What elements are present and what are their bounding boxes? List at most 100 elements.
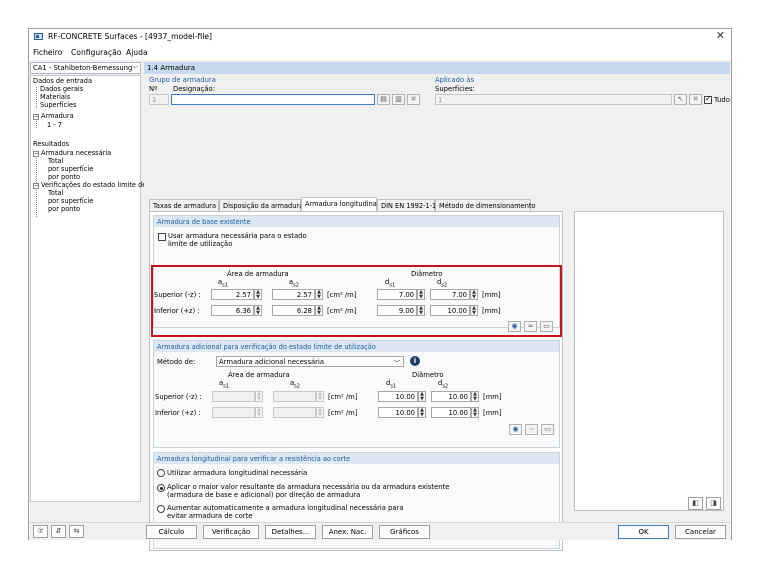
clear-surfaces-icon[interactable]: ✖	[689, 94, 702, 105]
spin-icon[interactable]: ▲ ▼	[255, 391, 263, 402]
surfaces-input[interactable]: 1	[435, 94, 672, 105]
spin-icon[interactable]: ▲ ▼	[471, 407, 479, 418]
base-lower-as2-input[interactable]: 6.28	[272, 305, 315, 316]
additional-upper-ds1-input[interactable]: 10.00	[378, 391, 418, 402]
graphics-button[interactable]: Gráficos	[379, 525, 430, 539]
tree-item-por-superficie[interactable]: por superfície	[48, 165, 93, 173]
tree-item-verificacoes[interactable]: Verificações do estado limite de	[41, 181, 146, 189]
eye-icon[interactable]: ◉	[508, 321, 521, 332]
spin-icon[interactable]: ▲ ▼	[418, 407, 426, 418]
shear-option-2-radio[interactable]	[157, 484, 165, 492]
tree-item-verif-total[interactable]: Total	[48, 189, 63, 197]
tree-item-resultados[interactable]: Resultados	[33, 140, 69, 148]
spin-icon[interactable]: ▲ ▼	[315, 305, 323, 316]
copy-group-icon[interactable]: ▥	[392, 94, 405, 105]
spin-icon[interactable]: ▲ ▼	[254, 305, 262, 316]
shear-section-title: Armadura longitudinal para verificar a r…	[154, 453, 559, 464]
ok-button[interactable]: OK	[618, 525, 669, 539]
spin-icon[interactable]: ▲ ▼	[316, 407, 324, 418]
tree-item-dados-gerais[interactable]: Dados gerais	[40, 85, 83, 93]
info-next-icon[interactable]: ◨	[706, 497, 721, 510]
base-lower-as1-input[interactable]: 6.36	[211, 305, 254, 316]
tree-item-verif-por-superficie[interactable]: por superfície	[48, 197, 93, 205]
tree-item-armadura-necessaria[interactable]: Armadura necessária	[41, 149, 111, 157]
info-icon[interactable]: i	[410, 356, 420, 366]
eye-icon[interactable]: ◉	[509, 424, 522, 435]
import-icon[interactable]: ▭	[541, 424, 554, 435]
menu-ficheiro[interactable]: Ficheiro	[33, 48, 62, 57]
collapse-icon[interactable]: −	[33, 183, 39, 189]
method-select[interactable]: Armadura adicional necessária ﹀	[216, 356, 404, 367]
spin-icon[interactable]: ▲ ▼	[315, 289, 323, 300]
tree-item-materiais[interactable]: Materiais	[40, 93, 70, 101]
additional-section-title: Armadura adicional para verificação do e…	[154, 341, 559, 352]
tree-item-armadura-1-7[interactable]: 1 - 7	[47, 121, 62, 129]
spin-icon[interactable]: ▲ ▼	[316, 391, 324, 402]
designation-input[interactable]	[171, 94, 375, 105]
base-upper-as1-input[interactable]: 2.57	[211, 289, 254, 300]
spin-icon[interactable]: ▲ ▼	[417, 289, 425, 300]
spin-icon[interactable]: ▲ ▼	[470, 289, 478, 300]
base-lower-ds2-input[interactable]: 10.00	[430, 305, 470, 316]
rebar-icon[interactable]: ≈	[524, 321, 537, 332]
shear-option-3-radio[interactable]	[157, 505, 165, 513]
all-label: Tudo	[714, 96, 730, 104]
base-upper-as2-input[interactable]: 2.57	[272, 289, 315, 300]
print-icon[interactable]: ⇆	[69, 525, 84, 538]
base-upper-ds1-input[interactable]: 7.00	[377, 289, 417, 300]
additional-upper-as1-input[interactable]	[212, 391, 255, 402]
additional-lower-as2-input[interactable]	[273, 407, 316, 418]
spin-icon[interactable]: ▲ ▼	[417, 305, 425, 316]
close-icon[interactable]: ✕	[716, 29, 725, 42]
additional-lower-ds1-input[interactable]: 10.00	[378, 407, 418, 418]
base-lower-mm-unit: [mm]	[482, 307, 501, 315]
tree-item-verif-por-ponto[interactable]: por ponto	[48, 205, 80, 213]
tab-metodo[interactable]: Método de dimensionamento	[435, 199, 536, 211]
details-button[interactable]: Detalhes...	[265, 525, 316, 539]
calculate-button[interactable]: Cálculo	[146, 525, 197, 539]
menu-configuracao[interactable]: Configuração	[71, 48, 121, 57]
export-icon[interactable]: ⇵	[51, 525, 66, 538]
new-group-icon[interactable]: ▤	[377, 94, 390, 105]
select-surfaces-icon[interactable]: ↖	[674, 94, 687, 105]
use-required-checkbox[interactable]	[158, 233, 166, 241]
case-selector[interactable]: CA1 - Stahlbeton-Bemessung ﹀	[30, 62, 141, 74]
chevron-down-icon: ﹀	[131, 66, 138, 73]
check-button[interactable]: Verificação	[203, 525, 259, 539]
shear-option-3-label-2: evitar armadura de corte	[167, 512, 253, 520]
tree-item-por-ponto[interactable]: por ponto	[48, 173, 80, 181]
spin-icon[interactable]: ▲ ▼	[254, 289, 262, 300]
tab-disposicao[interactable]: Disposição da armadura	[219, 199, 303, 211]
collapse-icon[interactable]: −	[33, 114, 39, 120]
additional-upper-ds2-input[interactable]: 10.00	[431, 391, 471, 402]
tab-taxas[interactable]: Taxas de armadura	[149, 199, 219, 211]
import-icon[interactable]: ▭	[540, 321, 553, 332]
tree-item-dados-entrada[interactable]: Dados de entrada	[33, 77, 92, 85]
spin-icon[interactable]: ▲ ▼	[255, 407, 263, 418]
collapse-icon[interactable]: −	[33, 151, 39, 157]
shear-option-1-radio[interactable]	[157, 469, 165, 477]
spin-icon[interactable]: ▲ ▼	[470, 305, 478, 316]
spin-icon[interactable]: ▲ ▼	[418, 391, 426, 402]
all-checkbox[interactable]: ✓	[704, 94, 712, 104]
tree-item-superficies[interactable]: Superfícies	[40, 101, 76, 109]
cancel-button[interactable]: Cancelar	[675, 525, 726, 539]
delete-group-icon[interactable]: ✖	[407, 94, 420, 105]
menu-ajuda[interactable]: Ajuda	[126, 48, 148, 57]
additional-lower-as1-input[interactable]	[212, 407, 255, 418]
tab-din-en[interactable]: DIN EN 1992-1-1	[377, 199, 436, 211]
help-icon[interactable]: ⑦	[33, 525, 48, 538]
additional-lower-ds2-input[interactable]: 10.00	[431, 407, 471, 418]
national-annex-button[interactable]: Anex. Nac.	[322, 525, 373, 539]
tab-armadura-longitudinal[interactable]: Armadura longitudinal	[301, 197, 379, 211]
base-upper-ds2-input[interactable]: 7.00	[430, 289, 470, 300]
base-lower-ds1-input[interactable]: 9.00	[377, 305, 417, 316]
additional-upper-as2-input[interactable]	[273, 391, 316, 402]
tree-item-total[interactable]: Total	[48, 157, 63, 165]
info-prev-icon[interactable]: ◧	[688, 497, 703, 510]
spin-icon[interactable]: ▲ ▼	[471, 391, 479, 402]
highlight-box	[151, 265, 562, 337]
tree-item-armadura[interactable]: Armadura	[41, 112, 74, 120]
rebar-icon[interactable]: ≈	[525, 424, 538, 435]
group-number-select[interactable]: 1	[149, 94, 169, 105]
